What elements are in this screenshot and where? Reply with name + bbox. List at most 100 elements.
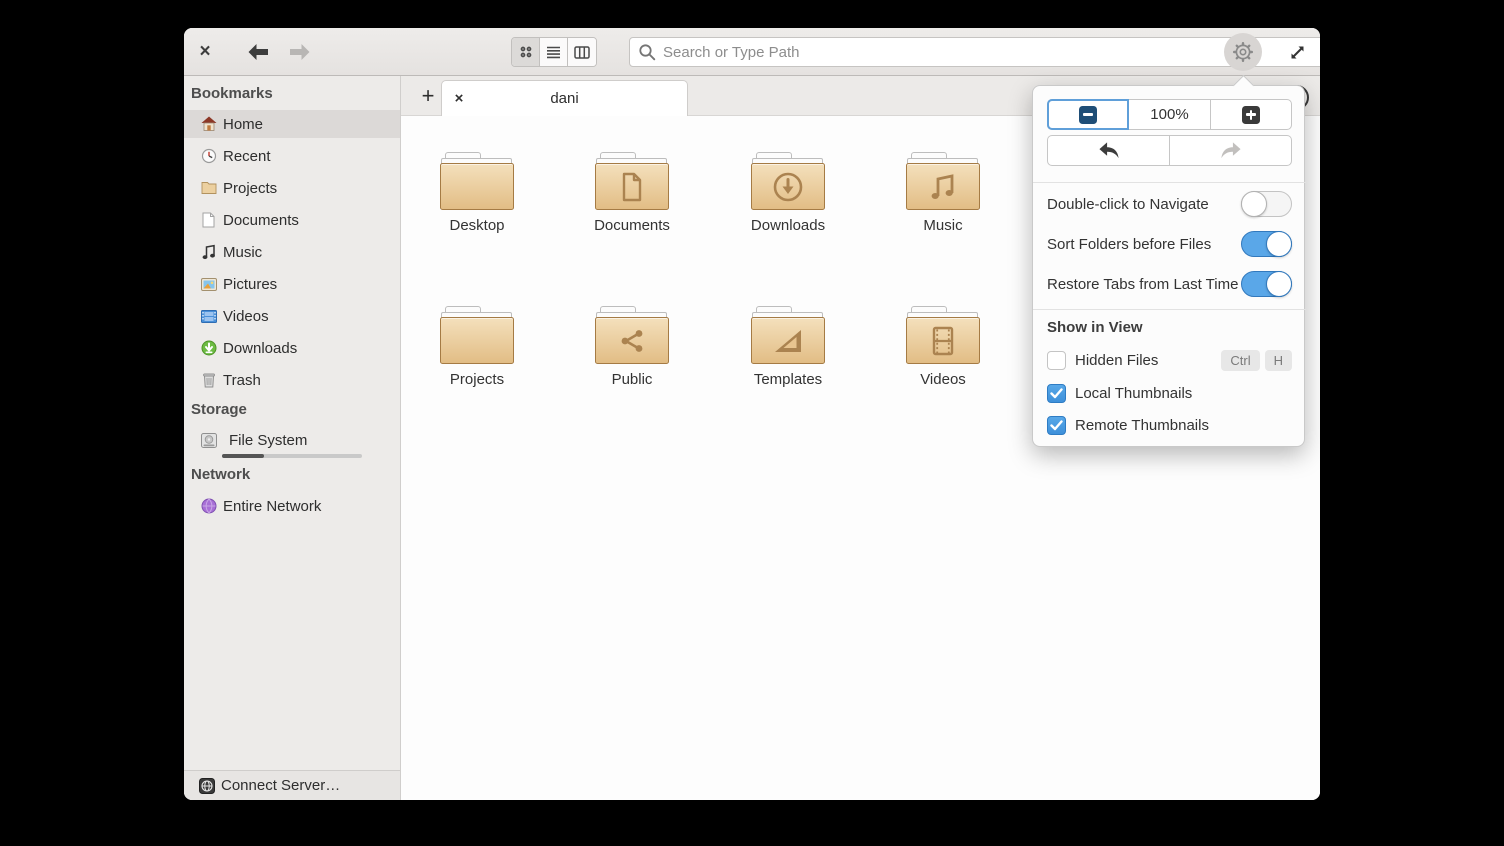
sidebar-item-projects[interactable]: Projects bbox=[184, 174, 400, 202]
sidebar-item-home[interactable]: Home bbox=[184, 110, 400, 138]
sidebar-item-label: Pictures bbox=[223, 276, 277, 293]
grid-view-icon bbox=[519, 45, 533, 59]
connect-server-button[interactable]: Connect Server… bbox=[184, 770, 400, 800]
sidebar-item-label: Entire Network bbox=[223, 498, 321, 515]
folder-label: Templates bbox=[728, 371, 848, 388]
sidebar-item-recent[interactable]: Recent bbox=[184, 142, 400, 170]
option-label: Local Thumbnails bbox=[1075, 385, 1292, 402]
sidebar-item-downloads[interactable]: Downloads bbox=[184, 334, 400, 362]
settings-button[interactable] bbox=[1224, 33, 1262, 71]
folder-icon bbox=[751, 306, 825, 364]
zoom-control: 100% bbox=[1047, 99, 1292, 130]
film-emblem-icon bbox=[929, 325, 957, 357]
zoom-level[interactable]: 100% bbox=[1129, 100, 1210, 129]
option-row-remote-thumbnails: Remote Thumbnails bbox=[1047, 411, 1292, 439]
folder-label: Public bbox=[572, 371, 692, 388]
folder-desktop[interactable]: Desktop bbox=[417, 152, 537, 234]
sidebar-item-label: Home bbox=[223, 116, 263, 133]
folder-downloads[interactable]: Downloads bbox=[728, 152, 848, 234]
sidebar-item-label: File System bbox=[229, 432, 307, 449]
video-icon bbox=[200, 308, 217, 325]
check-icon bbox=[1050, 388, 1063, 399]
folder-icon bbox=[200, 180, 217, 197]
picture-icon bbox=[200, 276, 217, 293]
restore-tabs-toggle[interactable] bbox=[1241, 271, 1292, 297]
music-note-icon bbox=[200, 244, 217, 261]
new-tab-button[interactable]: + bbox=[412, 80, 444, 112]
sidebar-item-videos[interactable]: Videos bbox=[184, 302, 400, 330]
shortcut-keys: Ctrl H bbox=[1221, 350, 1292, 371]
option-row-hidden-files: Hidden Files Ctrl H bbox=[1047, 346, 1292, 374]
zoom-in-button[interactable] bbox=[1211, 100, 1291, 129]
download-icon bbox=[200, 340, 217, 357]
plus-icon: + bbox=[422, 83, 435, 109]
sidebar-section-bookmarks: Bookmarks bbox=[191, 84, 273, 104]
toggle-knob bbox=[1266, 231, 1292, 257]
sidebar-item-label: Recent bbox=[223, 148, 271, 165]
history-control bbox=[1047, 135, 1292, 166]
double-click-toggle[interactable] bbox=[1241, 191, 1292, 217]
list-view-button[interactable] bbox=[540, 38, 568, 66]
sidebar-item-documents[interactable]: Documents bbox=[184, 206, 400, 234]
expand-icon bbox=[1288, 43, 1307, 62]
tab-dani[interactable]: × dani bbox=[441, 80, 688, 116]
document-icon bbox=[200, 212, 217, 229]
sidebar-item-label: Trash bbox=[223, 372, 261, 389]
folder-label: Downloads bbox=[728, 217, 848, 234]
remote-thumbnails-checkbox[interactable] bbox=[1047, 416, 1066, 435]
toggle-row-double-click: Double-click to Navigate bbox=[1047, 190, 1292, 218]
search-bar bbox=[629, 37, 1320, 67]
sidebar-item-entire-network[interactable]: Entire Network bbox=[184, 492, 400, 520]
check-icon bbox=[1050, 420, 1063, 431]
folder-label: Desktop bbox=[417, 217, 537, 234]
folder-videos[interactable]: Videos bbox=[883, 306, 1003, 388]
zoom-out-button[interactable] bbox=[1048, 100, 1129, 129]
folder-public[interactable]: Public bbox=[572, 306, 692, 388]
redo-button[interactable] bbox=[1170, 136, 1291, 165]
popover-separator bbox=[1033, 309, 1306, 310]
grid-view-button[interactable] bbox=[512, 38, 540, 66]
sidebar-item-pictures[interactable]: Pictures bbox=[184, 270, 400, 298]
folder-projects[interactable]: Projects bbox=[417, 306, 537, 388]
folder-templates[interactable]: Templates bbox=[728, 306, 848, 388]
window-close-button[interactable]: × bbox=[188, 36, 222, 68]
disk-usage-bar bbox=[222, 454, 362, 458]
column-view-button[interactable] bbox=[568, 38, 596, 66]
settings-popover: 100% Double-click to Navigate Sort Folde… bbox=[1032, 85, 1305, 447]
search-input[interactable] bbox=[663, 44, 1320, 61]
back-button[interactable] bbox=[241, 36, 275, 68]
sidebar-section-storage: Storage bbox=[191, 400, 247, 420]
tab-close-icon[interactable]: × bbox=[442, 90, 476, 107]
toggle-row-restore-tabs: Restore Tabs from Last Time bbox=[1047, 270, 1292, 298]
folder-icon bbox=[906, 306, 980, 364]
toggle-knob bbox=[1241, 191, 1267, 217]
document-emblem-icon bbox=[619, 172, 645, 202]
hard-drive-icon bbox=[200, 432, 217, 449]
sort-folders-toggle[interactable] bbox=[1241, 231, 1292, 257]
network-globe-icon bbox=[200, 498, 217, 515]
sidebar-item-label: Videos bbox=[223, 308, 269, 325]
home-icon bbox=[200, 116, 217, 133]
redo-icon bbox=[1220, 141, 1242, 160]
local-thumbnails-checkbox[interactable] bbox=[1047, 384, 1066, 403]
zoom-level-label: 100% bbox=[1150, 106, 1188, 123]
folder-music[interactable]: Music bbox=[883, 152, 1003, 234]
sidebar-item-music[interactable]: Music bbox=[184, 238, 400, 266]
sidebar-item-trash[interactable]: Trash bbox=[184, 366, 400, 394]
headerbar: × bbox=[184, 28, 1320, 76]
folder-icon bbox=[440, 306, 514, 364]
sidebar-item-file-system[interactable]: File System bbox=[184, 426, 400, 454]
disk-usage-fill bbox=[222, 454, 264, 458]
show-in-view-header: Show in View bbox=[1047, 319, 1143, 336]
popover-separator bbox=[1033, 182, 1306, 183]
hidden-files-checkbox[interactable] bbox=[1047, 351, 1066, 370]
fullscreen-button[interactable] bbox=[1280, 36, 1314, 68]
forward-arrow-icon bbox=[289, 43, 311, 61]
zoom-out-icon bbox=[1079, 106, 1097, 124]
keycap-h: H bbox=[1265, 350, 1292, 371]
forward-button[interactable] bbox=[283, 36, 317, 68]
folder-documents[interactable]: Documents bbox=[572, 152, 692, 234]
undo-button[interactable] bbox=[1048, 136, 1170, 165]
trash-icon bbox=[200, 372, 217, 389]
template-emblem-icon bbox=[772, 327, 804, 355]
